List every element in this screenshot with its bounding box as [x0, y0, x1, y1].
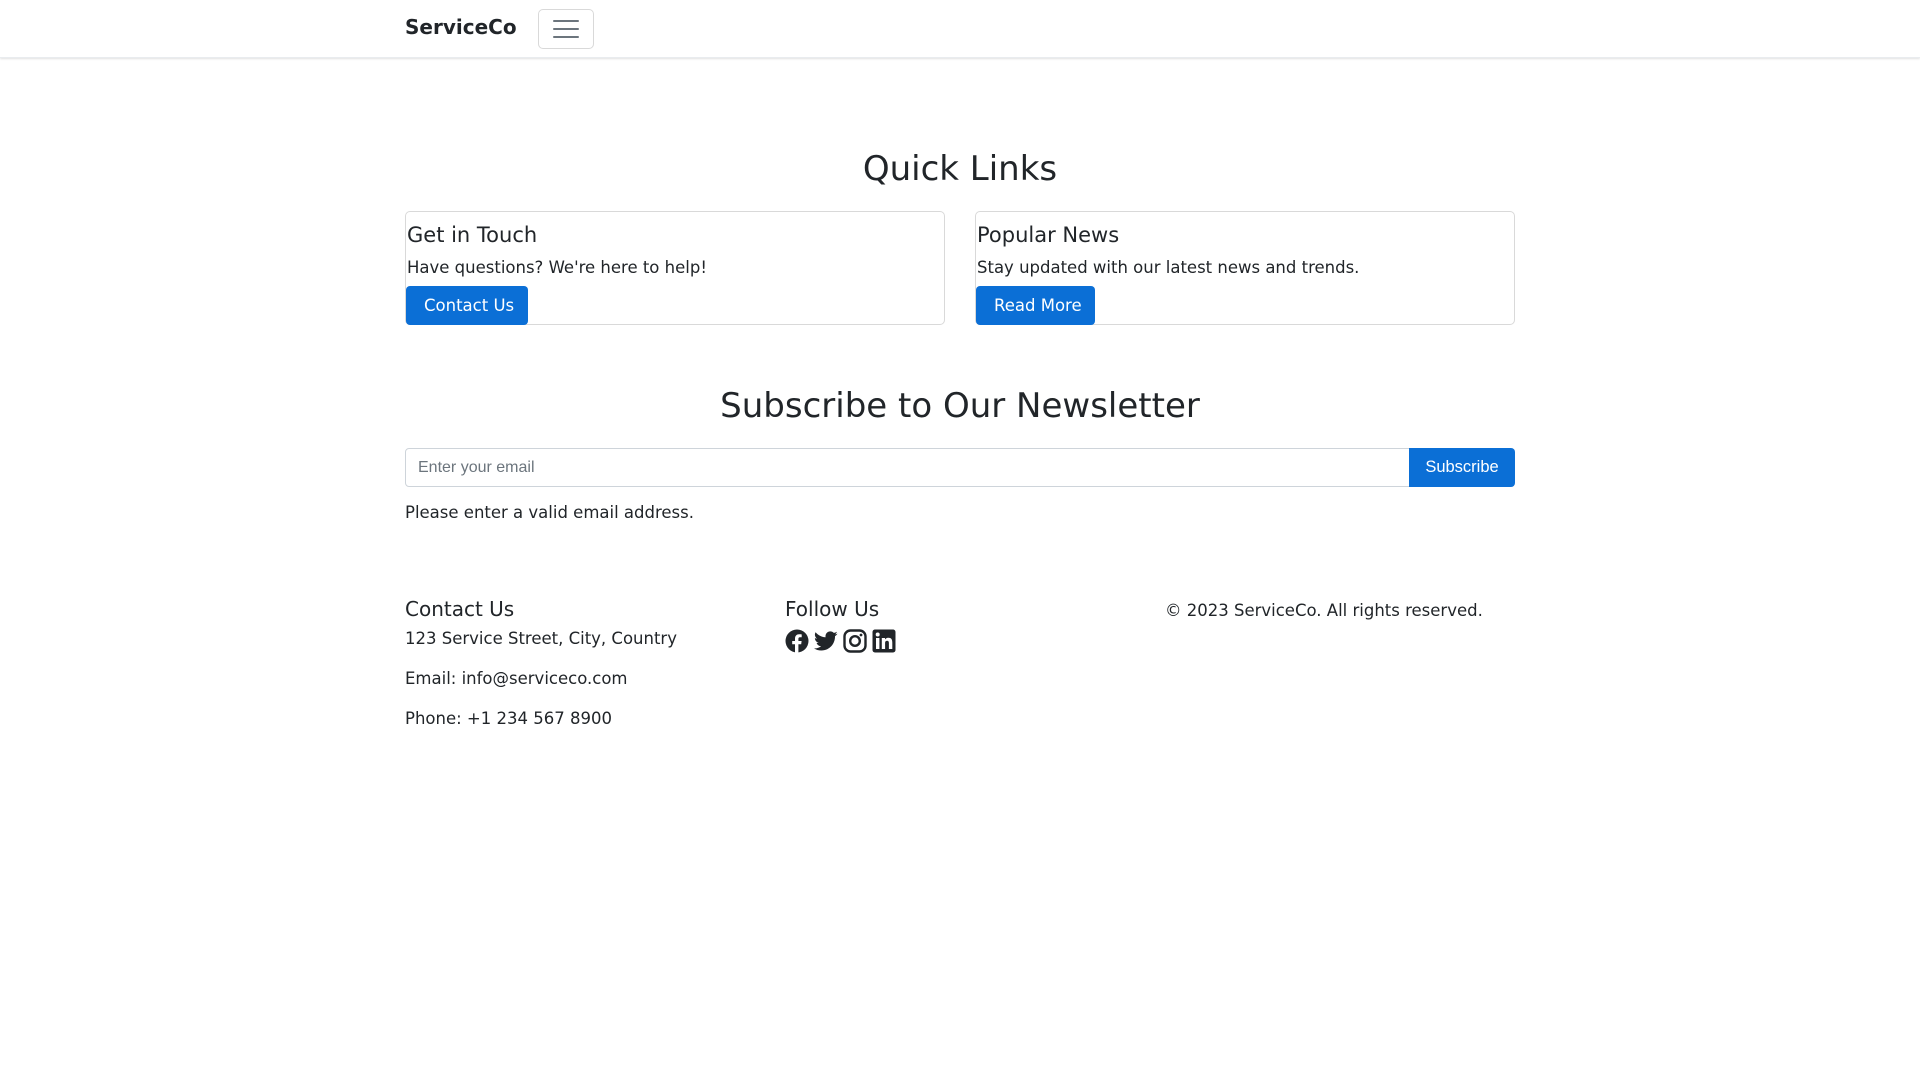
navbar-toggler-button[interactable] — [538, 9, 594, 49]
instagram-icon[interactable] — [843, 629, 867, 653]
quick-links-title: Quick Links — [862, 149, 1058, 189]
card-title: Get in Touch — [407, 223, 538, 247]
footer-follow-section: Follow Us — [785, 596, 1165, 653]
subscribe-button[interactable]: Subscribe — [1409, 448, 1515, 487]
get-in-touch-card: Get in Touch Have questions? We're here … — [405, 211, 945, 325]
brand-logo-link[interactable]: ServiceCo — [405, 13, 517, 41]
copyright-text: © 2023 ServiceCo. All rights reserved. — [1165, 601, 1483, 620]
facebook-icon[interactable] — [785, 629, 809, 653]
popular-news-card: Popular News Stay updated with our lates… — [975, 211, 1515, 325]
card-title: Popular News — [977, 223, 1120, 247]
footer-contact-section: Contact Us 123 Service Street, City, Cou… — [405, 596, 785, 728]
navbar: ServiceCo — [0, 0, 1920, 58]
footer-follow-heading: Follow Us — [785, 597, 880, 621]
card-text: Stay updated with our latest news and tr… — [977, 258, 1360, 277]
read-more-button[interactable]: Read More — [976, 286, 1095, 325]
email-input[interactable] — [405, 448, 1410, 487]
hamburger-menu-icon — [553, 20, 579, 22]
card-text: Have questions? We're here to help! — [407, 258, 707, 277]
email-validation-message: Please enter a valid email address. — [405, 503, 694, 522]
twitter-icon[interactable] — [814, 629, 838, 653]
linkedin-icon[interactable] — [872, 629, 896, 653]
footer-address: 123 Service Street, City, Country — [405, 629, 677, 648]
footer-contact-heading: Contact Us — [405, 597, 515, 621]
footer-email: Email: info@serviceco.com — [405, 669, 628, 688]
contact-us-button[interactable]: Contact Us — [406, 286, 528, 325]
newsletter-title: Subscribe to Our Newsletter — [720, 386, 1200, 426]
footer-phone: Phone: +1 234 567 8900 — [405, 709, 612, 728]
social-icons — [785, 629, 896, 653]
